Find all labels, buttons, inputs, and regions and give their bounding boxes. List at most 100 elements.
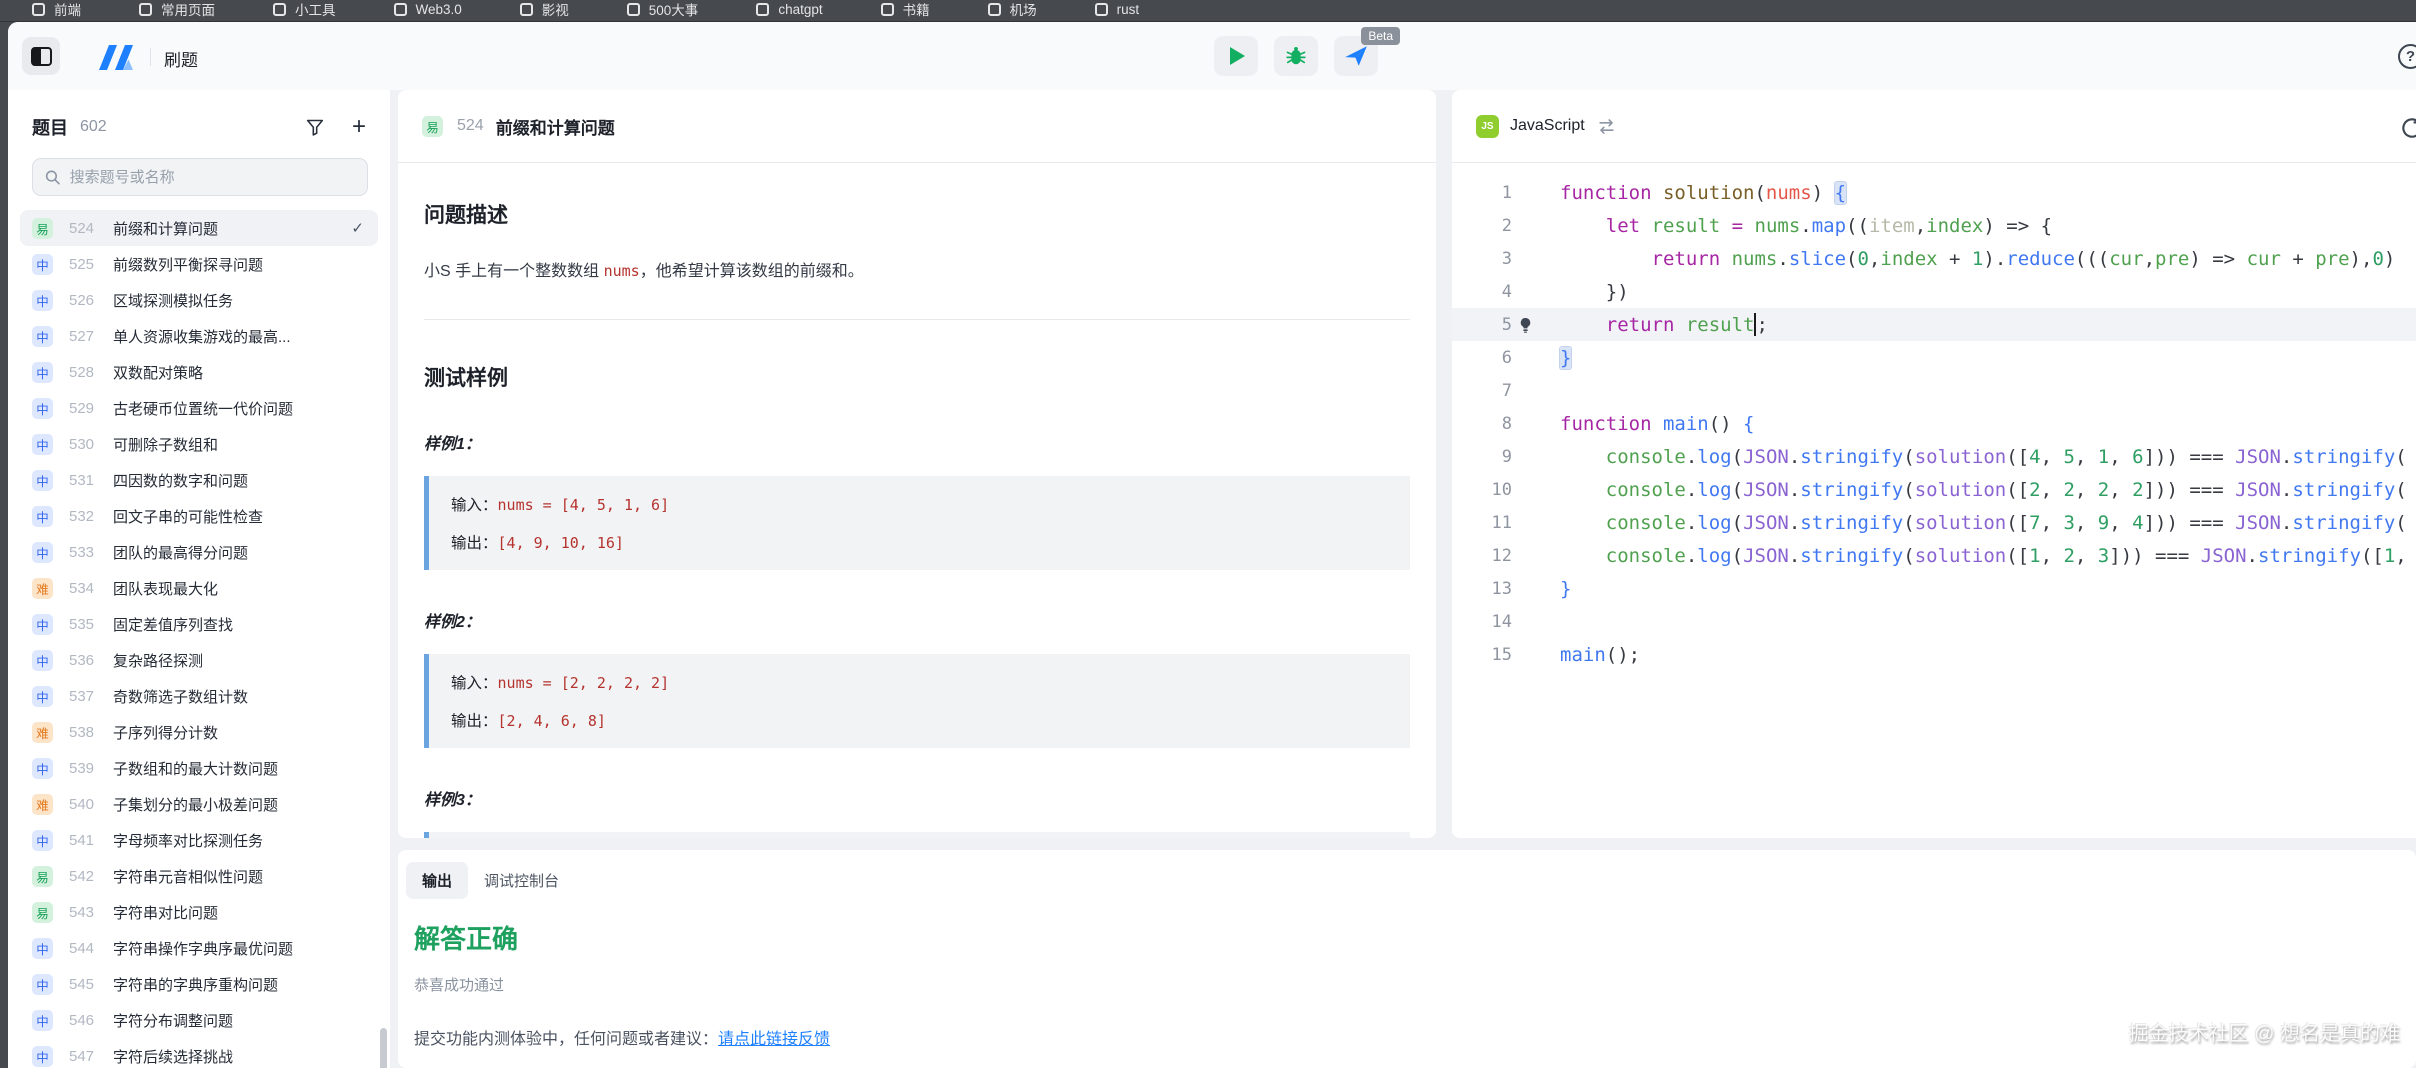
lightbulb-icon[interactable]: [1518, 317, 1533, 337]
problem-list-item[interactable]: 中536复杂路径探测: [20, 642, 378, 678]
section-heading-samples: 测试样例: [424, 362, 1410, 392]
problem-list-item[interactable]: 中541字母频率对比探测任务: [20, 822, 378, 858]
code-line[interactable]: 5 return result;: [1452, 308, 2416, 341]
code-line[interactable]: 14: [1452, 605, 2416, 638]
feedback-text: 提交功能内测体验中，任何问题或者建议：: [414, 1031, 718, 1048]
problem-list-item[interactable]: 易524前缀和计算问题✓: [20, 210, 378, 246]
run-button[interactable]: [1214, 36, 1258, 76]
line-number: 10: [1452, 480, 1512, 500]
search-input[interactable]: [70, 169, 355, 186]
code-line[interactable]: 11 console.log(JSON.stringify(solution([…: [1452, 506, 2416, 539]
code-line[interactable]: 6}: [1452, 341, 2416, 374]
code-line[interactable]: 12 console.log(JSON.stringify(solution([…: [1452, 539, 2416, 572]
search-box[interactable]: [32, 158, 368, 196]
difficulty-badge: 中: [32, 398, 53, 419]
problem-title: 前缀和计算问题: [496, 114, 615, 139]
problem-name: 前缀和计算问题: [113, 218, 218, 239]
problem-list-item[interactable]: 中547字符后续选择挑战: [20, 1038, 378, 1068]
reset-code-icon[interactable]: [2399, 115, 2416, 146]
code-line[interactable]: 8function main() {: [1452, 407, 2416, 440]
code-text: }: [1512, 578, 1571, 600]
problem-name: 四因数的数字和问题: [113, 470, 248, 491]
problem-list-item[interactable]: 中531四因数的数字和问题: [20, 462, 378, 498]
bookmark-item[interactable]: 影视: [520, 0, 569, 19]
problem-list-item[interactable]: 中546字符分布调整问题: [20, 1002, 378, 1038]
code-line[interactable]: 4 }): [1452, 275, 2416, 308]
tab-debug-console[interactable]: 调试控制台: [468, 862, 575, 899]
code-line[interactable]: 9 console.log(JSON.stringify(solution([4…: [1452, 440, 2416, 473]
juejin-logo-icon[interactable]: [94, 42, 140, 77]
bookmark-item[interactable]: rust: [1095, 2, 1140, 17]
sidebar-scrollbar[interactable]: [380, 1028, 387, 1068]
line-number: 14: [1452, 612, 1512, 632]
submit-button[interactable]: Beta: [1334, 36, 1378, 76]
bookmark-item[interactable]: 前端: [32, 0, 81, 19]
bookmark-item[interactable]: 机场: [988, 0, 1037, 19]
problem-list-item[interactable]: 难538子序列得分计数: [20, 714, 378, 750]
filter-icon[interactable]: [306, 118, 324, 136]
problem-list-item[interactable]: 中528双数配对策略: [20, 354, 378, 390]
problem-list-item[interactable]: 中527单人资源收集游戏的最高...: [20, 318, 378, 354]
code-text: }): [1512, 281, 1629, 303]
difficulty-badge: 中: [32, 650, 53, 671]
code-line[interactable]: 3 return nums.slice(0,index + 1).reduce(…: [1452, 242, 2416, 275]
problem-list-item[interactable]: 中537奇数筛选子数组计数: [20, 678, 378, 714]
bookmark-favicon: [394, 3, 407, 16]
difficulty-badge: 中: [32, 542, 53, 563]
output-tabs: 输出 调试控制台: [398, 850, 2416, 899]
help-icon[interactable]: ?: [2398, 44, 2416, 69]
code-line[interactable]: 15main();: [1452, 638, 2416, 671]
code-line[interactable]: 13}: [1452, 572, 2416, 605]
problem-list-item[interactable]: 中544字符串操作字典序最优问题: [20, 930, 378, 966]
difficulty-badge: 中: [32, 686, 53, 707]
problem-count: 602: [80, 118, 107, 136]
problem-number: 541: [69, 832, 111, 849]
add-problem-icon[interactable]: +: [352, 115, 366, 139]
debug-button[interactable]: [1274, 36, 1318, 76]
code-line[interactable]: 7: [1452, 374, 2416, 407]
problem-list-item[interactable]: 中535固定差值序列查找: [20, 606, 378, 642]
problem-list-item[interactable]: 中545字符串的字典序重构问题: [20, 966, 378, 1002]
bookmark-item[interactable]: 书籍: [881, 0, 930, 19]
problem-number: 533: [69, 544, 111, 561]
bookmark-item[interactable]: chatgpt: [756, 2, 822, 17]
difficulty-badge: 中: [32, 974, 53, 995]
code-line[interactable]: 10 console.log(JSON.stringify(solution([…: [1452, 473, 2416, 506]
problem-list-item[interactable]: 中526区域探测模拟任务: [20, 282, 378, 318]
problem-list-item[interactable]: 中530可删除子数组和: [20, 426, 378, 462]
problem-number: 540: [69, 796, 111, 813]
problem-list-item[interactable]: 中525前缀数列平衡探寻问题: [20, 246, 378, 282]
problem-list-item[interactable]: 易543字符串对比问题: [20, 894, 378, 930]
bookmark-item[interactable]: Web3.0: [394, 2, 462, 17]
problem-name: 古老硬币位置统一代价问题: [113, 398, 293, 419]
sidebar-toggle-button[interactable]: [22, 37, 60, 75]
run-actions: Beta: [1214, 36, 1378, 76]
editor-header: JS JavaScript: [1452, 90, 2416, 163]
line-number: 4: [1452, 282, 1512, 302]
bookmark-favicon: [988, 3, 1001, 16]
problem-list-item[interactable]: 难534团队表现最大化: [20, 570, 378, 606]
tab-output[interactable]: 输出: [406, 862, 468, 899]
code-line[interactable]: 1function solution(nums) {: [1452, 176, 2416, 209]
bookmark-item[interactable]: 小工具: [273, 0, 336, 19]
bookmark-item[interactable]: 500大事: [627, 0, 699, 19]
problem-list-item[interactable]: 中533团队的最高得分问题: [20, 534, 378, 570]
code-line[interactable]: 2 let result = nums.map((item,index) => …: [1452, 209, 2416, 242]
feedback-link[interactable]: 请点此链接反馈: [718, 1031, 830, 1048]
problem-list-item[interactable]: 中532回文子串的可能性检查: [20, 498, 378, 534]
problem-name: 字符串对比问题: [113, 902, 218, 923]
problem-list-item[interactable]: 中539子数组和的最大计数问题: [20, 750, 378, 786]
problem-list-item[interactable]: 中529古老硬币位置统一代价问题: [20, 390, 378, 426]
bookmark-favicon: [881, 3, 894, 16]
line-number: 13: [1452, 579, 1512, 599]
bookmarks-list: 前端 常用页面 小工具 Web3.0 影视 500大事 chatgpt 书籍 机场 rust: [0, 0, 2416, 22]
difficulty-badge: 易: [32, 902, 53, 923]
problem-name: 双数配对策略: [113, 362, 203, 383]
problem-list-item[interactable]: 难540子集划分的最小极差问题: [20, 786, 378, 822]
problem-list-item[interactable]: 易542字符串元音相似性问题: [20, 858, 378, 894]
sample-line: 输出：[4, 9, 10, 16]: [451, 531, 1390, 553]
code-editor[interactable]: 1function solution(nums) {2 let result =…: [1452, 163, 2416, 671]
switch-language-icon[interactable]: [1598, 118, 1615, 135]
line-number: 15: [1452, 645, 1512, 665]
bookmark-item[interactable]: 常用页面: [139, 0, 215, 19]
